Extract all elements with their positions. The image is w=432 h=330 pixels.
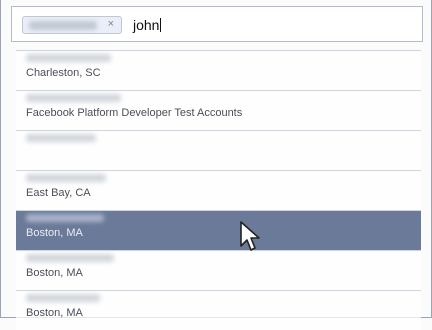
close-icon[interactable]: ×: [108, 18, 114, 30]
result-subtitle: Charleston, SC: [26, 67, 101, 79]
result-name-redacted: [26, 294, 100, 302]
search-query-text[interactable]: john: [133, 17, 162, 33]
result-subtitle: Boston, MA: [26, 307, 83, 319]
arrow-cursor-icon: [240, 221, 260, 251]
result-name-redacted: [26, 134, 96, 142]
text-caret: [160, 18, 162, 32]
list-item[interactable]: Boston, MA: [16, 250, 421, 290]
result-name-redacted: [26, 174, 106, 182]
result-subtitle: Facebook Platform Developer Test Account…: [26, 107, 243, 119]
result-name-redacted: [26, 94, 121, 102]
list-item-highlighted[interactable]: Boston, MA: [16, 210, 421, 250]
results-list: Charleston, SC Facebook Platform Develop…: [16, 50, 421, 330]
result-subtitle: Boston, MA: [26, 267, 83, 279]
result-subtitle: Boston, MA: [26, 227, 83, 239]
list-item[interactable]: Facebook Platform Developer Test Account…: [16, 90, 421, 130]
search-input[interactable]: × john: [11, 6, 423, 42]
list-item[interactable]: Charleston, SC: [16, 50, 421, 90]
list-item[interactable]: Boston, MA: [16, 290, 421, 330]
result-name-redacted: [26, 54, 111, 62]
result-name-redacted: [26, 214, 104, 222]
list-item[interactable]: East Bay, CA: [16, 170, 421, 210]
token-label-redacted: [29, 21, 97, 30]
list-item[interactable]: [16, 130, 421, 170]
result-subtitle: East Bay, CA: [26, 187, 91, 199]
typeahead-dropdown: × john Charleston, SC Facebook Platform …: [0, 0, 432, 330]
selected-token[interactable]: ×: [22, 16, 122, 34]
result-name-redacted: [26, 254, 114, 262]
